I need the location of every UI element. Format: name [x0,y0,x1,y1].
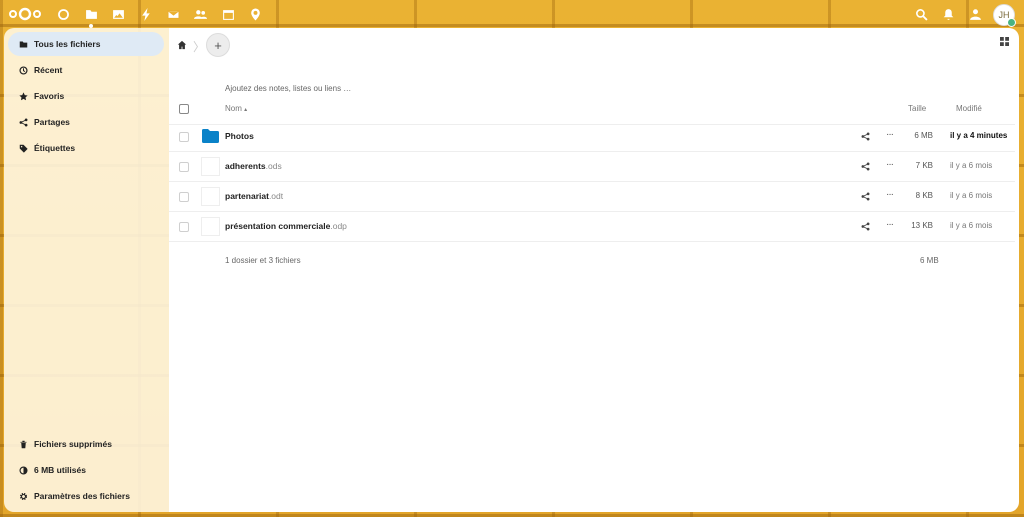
notes-field[interactable]: Ajoutez des notes, listes ou liens … [225,84,351,93]
select-all-checkbox[interactable] [179,104,189,114]
table-row[interactable]: adherents.ods ··· 7 KB il y a 6 mois [169,151,1015,182]
table-row[interactable]: partenariat.odt ··· 8 KB il y a 6 mois [169,181,1015,212]
sidebar-item-label: Fichiers supprimés [34,439,112,449]
file-name-base: adherents [225,161,266,171]
sort-arrow-icon: ▴ [244,107,248,113]
more-actions-icon[interactable]: ··· [886,189,894,200]
file-name[interactable]: Photos [225,131,254,141]
file-name-base: Photos [225,131,254,141]
column-name-header[interactable]: Nom ▴ [225,104,247,113]
folder-icon [202,129,219,143]
quota-icon [12,465,34,475]
home-icon[interactable] [177,40,187,50]
contacts-app-icon[interactable] [192,6,208,22]
column-modified-header[interactable]: Modifié [956,104,982,113]
more-actions-icon[interactable]: ··· [886,159,894,170]
share-icon[interactable] [861,222,870,231]
sidebar-item-quota[interactable]: 6 MB utilisés [8,458,164,482]
share-icon [12,118,34,127]
trash-icon [12,440,34,449]
sidebar-item-label: Favoris [34,91,65,101]
sidebar-item-favorites[interactable]: Favoris [8,84,164,108]
file-modified: il y a 6 mois [950,191,993,200]
file-modified: il y a 6 mois [950,221,993,230]
activity-app-icon[interactable] [138,6,154,22]
share-icon[interactable] [861,132,870,141]
file-thumbnail-icon [201,187,220,206]
sidebar-item-label: Récent [34,65,63,75]
more-actions-icon[interactable]: ··· [886,129,894,140]
sidebar-item-label: Partages [34,117,70,127]
mail-app-icon[interactable] [165,6,181,22]
table-row[interactable]: Photos ··· 6 MB il y a 4 minutes [169,121,1015,152]
gear-icon [12,492,34,501]
notifications-bell-icon[interactable] [940,6,956,22]
file-modified: il y a 6 mois [950,161,993,170]
photos-app-icon[interactable] [110,6,126,22]
file-list-panel: 〉 + Ajoutez des notes, listes ou liens …… [169,28,1019,512]
file-modified: il y a 4 minutes [950,131,1008,140]
new-button[interactable]: + [206,33,230,57]
file-thumbnail-icon [201,217,220,236]
files-window: Tous les fichiers Récent Favoris Partage… [4,28,1019,512]
star-icon [12,91,34,101]
grid-view-icon[interactable] [1000,37,1009,46]
maps-app-icon[interactable] [247,6,263,22]
sidebar: Tous les fichiers Récent Favoris Partage… [4,28,169,512]
file-size: 6 MB [914,131,933,140]
search-icon[interactable] [913,6,929,22]
file-name-base: partenariat [225,191,269,201]
file-list-summary: 1 dossier et 3 fichiers [225,256,301,265]
row-checkbox[interactable] [179,132,189,142]
sidebar-item-recent[interactable]: Récent [8,58,164,82]
file-name[interactable]: adherents.ods [225,161,282,171]
user-avatar[interactable]: JH [993,4,1016,27]
file-thumbnail-icon [201,157,220,176]
sidebar-item-all-files[interactable]: Tous les fichiers [8,32,164,56]
contacts-menu-icon[interactable] [967,6,983,22]
calendar-app-icon[interactable] [220,6,236,22]
top-header: JH [0,0,1024,28]
sidebar-item-label: Tous les fichiers [34,39,101,49]
sidebar-item-tags[interactable]: Étiquettes [8,136,164,160]
column-name-label: Nom [225,104,242,113]
sidebar-item-deleted-files[interactable]: Fichiers supprimés [8,432,164,456]
share-icon[interactable] [861,162,870,171]
more-actions-icon[interactable]: ··· [886,219,894,230]
share-icon[interactable] [861,192,870,201]
file-name[interactable]: présentation commerciale.odp [225,221,347,231]
file-list-total-size: 6 MB [920,256,939,265]
files-app-icon[interactable] [83,6,99,28]
dashboard-icon[interactable] [55,6,71,22]
row-checkbox[interactable] [179,192,189,202]
tag-icon [12,144,34,153]
file-size: 13 KB [911,221,933,230]
clock-icon [12,65,34,75]
sidebar-item-label: Paramètres des fichiers [34,491,130,501]
sidebar-item-label: 6 MB utilisés [34,465,86,475]
column-size-header[interactable]: Taille [908,104,926,113]
row-checkbox[interactable] [179,222,189,232]
sidebar-item-settings[interactable]: Paramètres des fichiers [8,484,164,508]
row-checkbox[interactable] [179,162,189,172]
file-name[interactable]: partenariat.odt [225,191,283,201]
new-button-label: + [214,37,222,53]
file-size: 7 KB [915,161,933,170]
table-row[interactable]: présentation commerciale.odp ··· 13 KB i… [169,211,1015,242]
file-name-base: présentation commerciale [225,221,331,231]
sidebar-item-label: Étiquettes [34,143,76,153]
file-extension: .odp [330,221,347,231]
file-extension: .ods [265,161,282,171]
online-status-dot [1007,18,1016,27]
sidebar-item-shares[interactable]: Partages [8,110,164,134]
file-extension: .odt [268,191,284,201]
file-size: 8 KB [915,191,933,200]
folder-icon [12,40,34,49]
nextcloud-logo[interactable] [8,7,42,21]
breadcrumb-separator: 〉 [193,40,206,54]
